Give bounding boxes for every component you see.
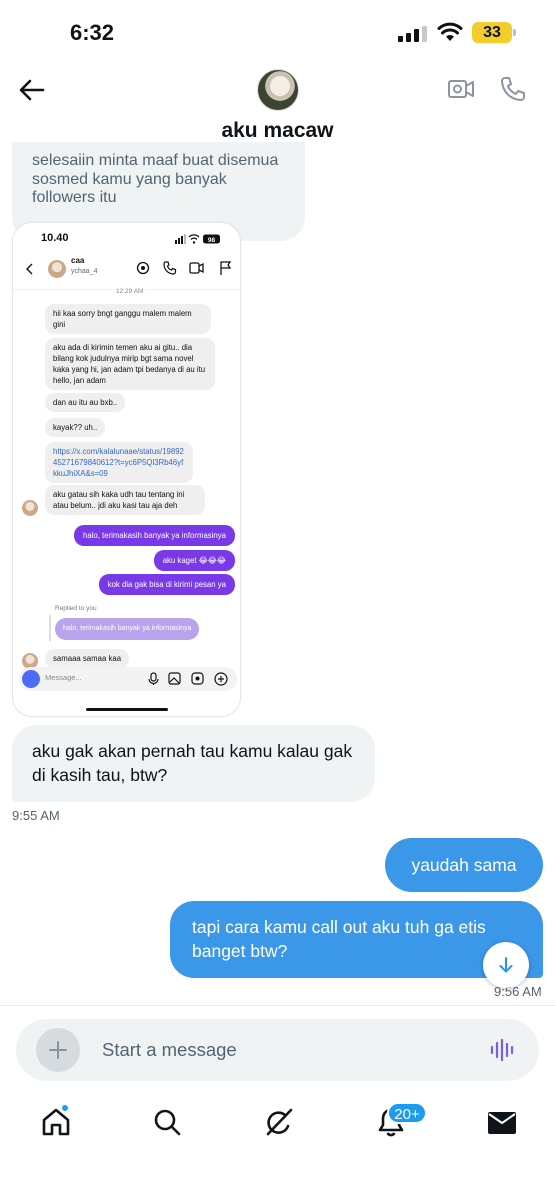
video-call-icon[interactable]	[447, 76, 475, 102]
message-composer[interactable]: Start a message	[16, 1019, 539, 1081]
embedded-timestamp: 12:29 AM	[113, 286, 147, 297]
embedded-outgoing-message: kok dia gak bisa di kirimi pesan ya	[98, 574, 235, 595]
embedded-outgoing-message: halo, terimakasih banyak ya informasinya	[73, 525, 235, 546]
received-message-bubble[interactable]: aku gak akan pernah tau kamu kalau gak d…	[12, 725, 375, 802]
cellular-signal-icon	[398, 26, 427, 42]
embedded-incoming-message: aku ada di kirimin temen aku ai gitu.. d…	[45, 338, 215, 390]
home-unread-dot	[61, 1104, 69, 1112]
notifications-badge: 20+	[387, 1102, 427, 1124]
message-text-line: sosmed kamu yang banyak	[32, 170, 227, 188]
composer-divider	[0, 1005, 555, 1006]
embedded-input-icons	[148, 672, 228, 686]
phone-icon[interactable]	[499, 75, 527, 103]
sent-message-bubble[interactable]: yaudah sama	[385, 838, 543, 892]
embedded-battery: 98	[208, 237, 216, 244]
embedded-replied-message: halo, terimakasih banyak ya informasinya	[55, 618, 200, 640]
plus-icon	[49, 1041, 67, 1059]
contact-avatar[interactable]	[257, 69, 299, 111]
messages-tab-icon[interactable]	[486, 1106, 518, 1138]
embedded-incoming-message: hii kaa sorry bngt ganggu malem malem gi…	[45, 304, 211, 334]
message-input[interactable]: Start a message	[102, 1019, 237, 1081]
embedded-camera-icon	[22, 670, 40, 688]
grok-tab-icon[interactable]	[263, 1106, 295, 1138]
embedded-back-icon	[26, 263, 33, 275]
embedded-replied-label: Replied to you	[55, 605, 97, 612]
scroll-down-icon	[499, 957, 513, 973]
embedded-sender-avatar	[22, 500, 38, 516]
attached-screenshot-image[interactable]: 10.40 98 caa ychaa_4 12:29 AM hii kaa so…	[12, 222, 241, 717]
embedded-incoming-message: kayak?? uh..	[45, 418, 106, 437]
embedded-input-placeholder: Message...	[45, 673, 82, 682]
battery-indicator: 33	[472, 22, 516, 43]
message-timestamp: 9:55 AM	[12, 808, 60, 823]
embedded-incoming-message: aku gatau sih kaka udh tau tentang ini a…	[45, 485, 205, 515]
contact-name[interactable]: aku macaw	[0, 119, 555, 143]
embedded-incoming-message: samaaa samaa kaa	[45, 649, 130, 668]
embedded-incoming-message: dan au itu au bxb..	[45, 393, 126, 412]
embedded-status-time: 10.40	[41, 232, 69, 244]
embedded-message-input: Message...	[19, 667, 237, 691]
embedded-contact-handle: ychaa_4	[71, 268, 98, 275]
embedded-action-icons	[136, 261, 232, 275]
wifi-icon	[437, 22, 463, 41]
embedded-home-indicator	[86, 708, 168, 711]
message-text-line: selesaiin minta maaf buat disemua	[32, 152, 279, 169]
back-arrow-icon[interactable]	[18, 76, 46, 104]
scroll-to-bottom-button[interactable]	[483, 942, 529, 988]
embedded-outgoing-message: aku kaget 😂😂😂	[153, 550, 235, 571]
voice-message-icon[interactable]	[490, 1038, 516, 1062]
add-media-button[interactable]	[36, 1028, 80, 1072]
search-tab-icon[interactable]	[151, 1106, 183, 1138]
embedded-incoming-link: https://x.com/kalalunaae/status/19892452…	[45, 442, 193, 483]
embedded-contact-name: caa	[71, 256, 85, 265]
message-text-line: followers itu	[32, 189, 117, 206]
embedded-status-icons: 98	[175, 234, 220, 244]
embedded-avatar	[48, 260, 66, 278]
status-time: 6:32	[70, 20, 115, 45]
embedded-reply-bar	[49, 615, 51, 641]
